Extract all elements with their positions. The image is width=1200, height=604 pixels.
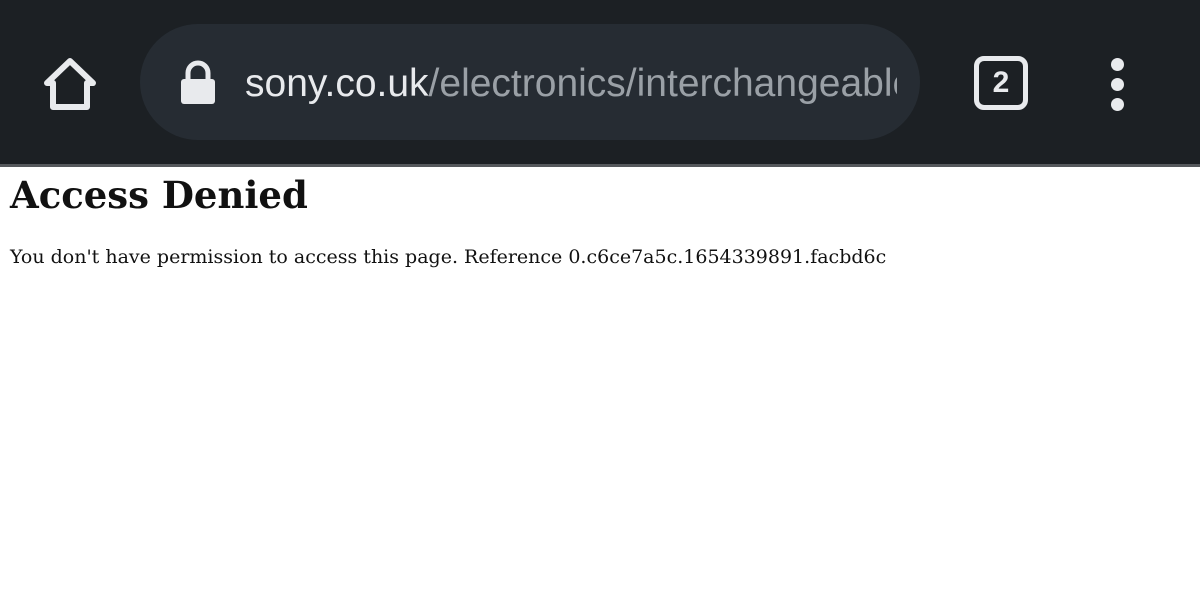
menu-dot (1111, 58, 1124, 71)
page-title: Access Denied (10, 173, 308, 217)
menu-dot (1111, 78, 1124, 91)
toolbar-divider (0, 164, 1200, 167)
more-vert-icon[interactable] (1098, 56, 1138, 112)
tab-count: 2 (992, 66, 1010, 99)
lock-icon (181, 60, 215, 104)
url-domain: sony.co.uk (245, 62, 429, 105)
home-icon (44, 58, 96, 110)
browser-toolbar: sony.co.uk/electronics/interchangeable 2 (0, 0, 1200, 164)
url-text[interactable]: sony.co.uk/electronics/interchangeable (245, 58, 897, 110)
error-message: You don't have permission to access this… (10, 246, 887, 268)
tab-switcher-button[interactable]: 2 (974, 56, 1028, 110)
menu-dot (1111, 98, 1124, 111)
url-path: /electronics/interchangeable (428, 62, 897, 105)
home-button[interactable] (34, 48, 106, 120)
